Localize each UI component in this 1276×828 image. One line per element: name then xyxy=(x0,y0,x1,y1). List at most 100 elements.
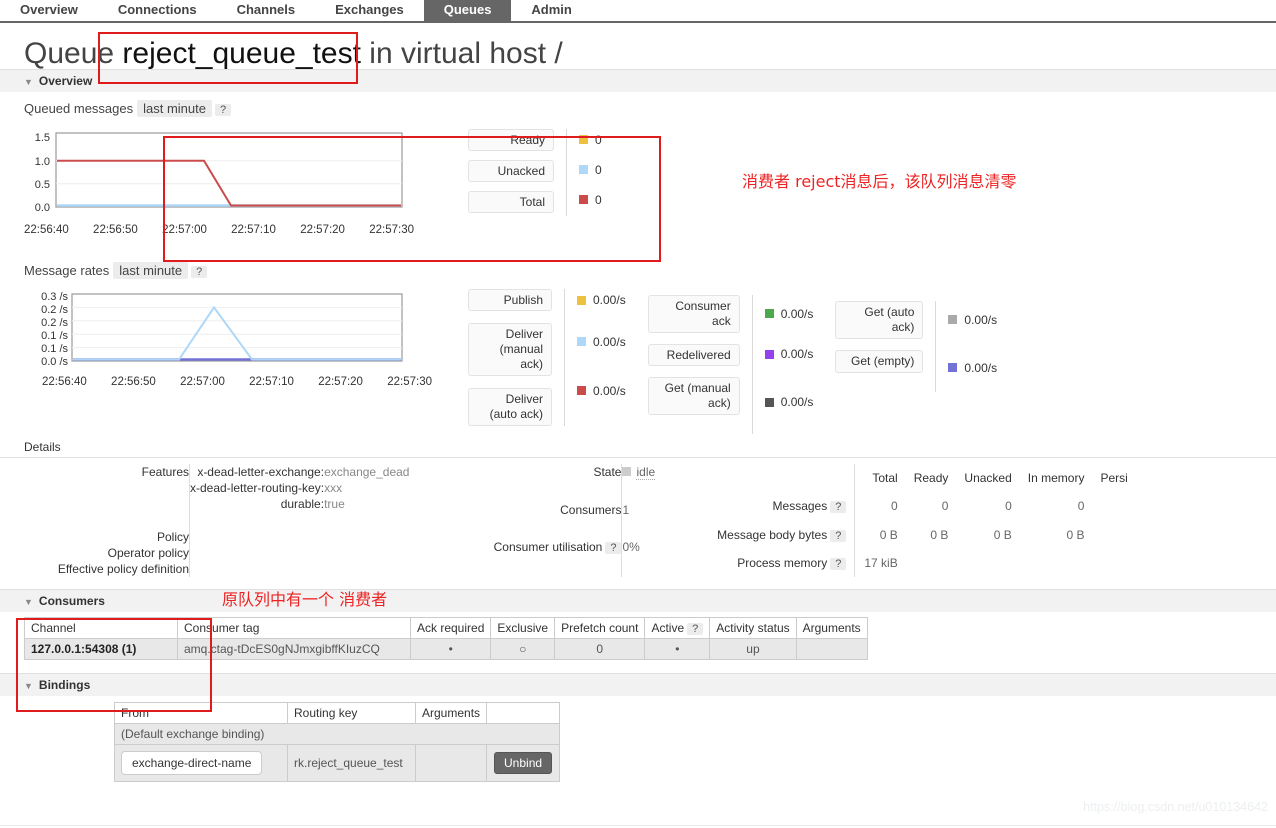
consumers-col-active[interactable]: Active? xyxy=(644,617,711,639)
xtick-0: 22:56:40 xyxy=(24,224,69,236)
messages-persistent xyxy=(1092,492,1135,520)
legend-button-get-manual-ack[interactable]: Get (manual ack) xyxy=(647,377,740,415)
queued-messages-label: Queued messages xyxy=(24,101,134,116)
unbind-button[interactable]: Unbind xyxy=(494,752,553,774)
nav-item-connections[interactable]: Connections xyxy=(98,0,217,21)
xtick-3: 22:57:10 xyxy=(231,224,276,236)
consumer-utilisation-help-icon[interactable]: ? xyxy=(605,542,622,555)
body-bytes-total: 0 B xyxy=(879,527,898,542)
legend-button-consumer-ack[interactable]: Consumer ack xyxy=(647,295,740,333)
consumer-ack-required: • xyxy=(409,638,492,660)
legend-value-unacked: 0 xyxy=(595,162,602,177)
active-help-icon[interactable]: ? xyxy=(687,623,704,635)
svg-text:0.2 /s: 0.2 /s xyxy=(41,317,68,329)
bindings-col-from[interactable]: From xyxy=(114,702,288,724)
consumers-col-ack-required[interactable]: Ack required xyxy=(409,617,492,639)
messages-ready: 0 xyxy=(941,499,949,514)
queued-messages-plot: 1.5 1.0 0.5 0.0 xyxy=(35,132,403,214)
feature-value-dlx: exchange_dead xyxy=(324,465,410,479)
message-rates-chart: 0.3 /s 0.2 /s 0.2 /s 0.1 /s 0.1 /s 0.0 /… xyxy=(24,287,432,388)
legend-divider xyxy=(566,129,567,216)
legend-value-get-empty: 0.00/s xyxy=(964,360,998,375)
page-title-middle: in virtual host xyxy=(369,37,547,70)
legend-button-deliver-manual-ack[interactable]: Deliver (manual ack) xyxy=(468,323,552,376)
consumer-prefetch-count: 0 xyxy=(554,638,646,660)
messages-total: 0 xyxy=(891,499,898,514)
nav-item-queues[interactable]: Queues xyxy=(423,0,512,21)
consumers-col-channel[interactable]: Channel xyxy=(24,617,178,639)
consumer-exclusive: ○ xyxy=(490,638,556,660)
section-consumers[interactable]: ▼ Consumers xyxy=(0,589,1276,612)
legend-button-redelivered[interactable]: Redelivered xyxy=(647,344,740,366)
consumers-col-consumer-tag[interactable]: Consumer tag xyxy=(177,617,411,639)
stats-header-total: Total xyxy=(872,471,898,486)
queued-messages-legend: Ready Unacked Total 0 0 0 xyxy=(468,129,602,216)
legend-button-publish[interactable]: Publish xyxy=(468,289,552,311)
message-rates-period[interactable]: last minute xyxy=(113,262,189,279)
stats-header-in-memory: In memory xyxy=(1027,471,1085,486)
consumer-channel[interactable]: 127.0.0.1:54308 (1) xyxy=(24,638,178,660)
legend-button-unacked[interactable]: Unacked xyxy=(468,160,554,182)
legend-value-get-manual-ack: 0.00/s xyxy=(780,395,814,409)
details-section: Details Features x-dead-letter-exchange:… xyxy=(0,440,1276,577)
bindings-col-routing-key[interactable]: Routing key xyxy=(287,702,416,724)
body-bytes-help-icon[interactable]: ? xyxy=(830,529,847,542)
process-memory-help-icon[interactable]: ? xyxy=(830,557,847,570)
legend-button-get-empty[interactable]: Get (empty) xyxy=(835,350,924,373)
legend-value-deliver-auto-ack: 0.00/s xyxy=(593,383,626,398)
rates-xtick-4: 22:57:20 xyxy=(318,376,363,388)
legend-value-ready: 0 xyxy=(595,132,602,147)
annotation-text-reject: 消费者 reject消息后，该队列消息清零 xyxy=(742,172,1017,191)
nav-item-overview[interactable]: Overview xyxy=(0,0,98,21)
legend-button-total[interactable]: Total xyxy=(468,191,554,213)
legend-value-get-auto-ack: 0.00/s xyxy=(964,312,998,327)
bindings-col-actions xyxy=(486,702,561,724)
legend-button-get-auto-ack[interactable]: Get (auto ack) xyxy=(835,301,924,339)
state-indicator-icon xyxy=(622,467,632,476)
queued-messages-legend-buttons: Ready Unacked Total xyxy=(468,129,554,213)
effective-policy-value xyxy=(190,561,409,577)
bindings-col-arguments[interactable]: Arguments xyxy=(414,702,488,724)
queued-messages-header: Queued messages last minute? xyxy=(0,92,1276,117)
details-label: Details xyxy=(0,440,1276,458)
section-bindings[interactable]: ▼ Bindings xyxy=(0,673,1276,696)
swatch-get-manual-ack-icon xyxy=(764,397,774,407)
nav-item-exchanges[interactable]: Exchanges xyxy=(315,0,424,21)
swatch-deliver-auto-ack-icon xyxy=(577,386,586,395)
legend-button-deliver-auto-ack[interactable]: Deliver (auto ack) xyxy=(468,388,552,426)
message-rates-help-icon[interactable]: ? xyxy=(191,266,208,278)
queued-messages-help-icon[interactable]: ? xyxy=(215,104,232,116)
swatch-get-auto-ack-icon xyxy=(948,315,958,324)
legend-value-redelivered: 0.00/s xyxy=(780,347,814,361)
queued-messages-period[interactable]: last minute xyxy=(137,100,212,117)
consumers-col-activity-status[interactable]: Activity status xyxy=(709,617,797,639)
section-overview[interactable]: ▼ Overview xyxy=(0,69,1276,92)
binding-from-exchange-link[interactable]: exchange-direct-name xyxy=(121,751,263,775)
details-features-table: Features x-dead-letter-exchange: exchang… xyxy=(24,464,409,577)
bindings-table-header-row: From Routing key Arguments xyxy=(114,702,561,724)
stats-row-label-body-bytes: Message body bytes xyxy=(717,527,828,542)
stats-header-unacked: Unacked xyxy=(964,471,1012,486)
swatch-unacked-icon xyxy=(579,165,588,174)
consumers-col-arguments[interactable]: Arguments xyxy=(795,617,868,639)
legend-button-ready[interactable]: Ready xyxy=(468,129,554,151)
policy-label: Policy xyxy=(156,530,189,544)
feature-value-dlrk: xxx xyxy=(324,481,343,495)
swatch-publish-icon xyxy=(577,295,586,305)
consumers-col-exclusive[interactable]: Exclusive xyxy=(490,617,556,639)
consumers-col-prefetch-count[interactable]: Prefetch count xyxy=(554,617,646,639)
page-title-prefix: Queue xyxy=(24,37,115,70)
messages-help-icon[interactable]: ? xyxy=(830,501,847,514)
message-rates-legend-1: Publish Deliver (manual ack) Deliver (au… xyxy=(468,289,626,426)
svg-text:0.0 /s: 0.0 /s xyxy=(41,356,68,368)
svg-text:0.1 /s: 0.1 /s xyxy=(41,330,68,342)
nav-item-channels[interactable]: Channels xyxy=(217,0,316,21)
chevron-down-bindings-icon: ▼ xyxy=(24,681,33,691)
svg-text:0.1 /s: 0.1 /s xyxy=(41,343,68,355)
messages-unacked: 0 xyxy=(1005,499,1012,514)
svg-text:1.0: 1.0 xyxy=(35,156,50,168)
nav-item-admin[interactable]: Admin xyxy=(511,0,591,21)
svg-text:0.3 /s: 0.3 /s xyxy=(41,291,68,303)
operator-policy-label: Operator policy xyxy=(107,546,189,560)
section-bindings-label: Bindings xyxy=(38,678,91,692)
